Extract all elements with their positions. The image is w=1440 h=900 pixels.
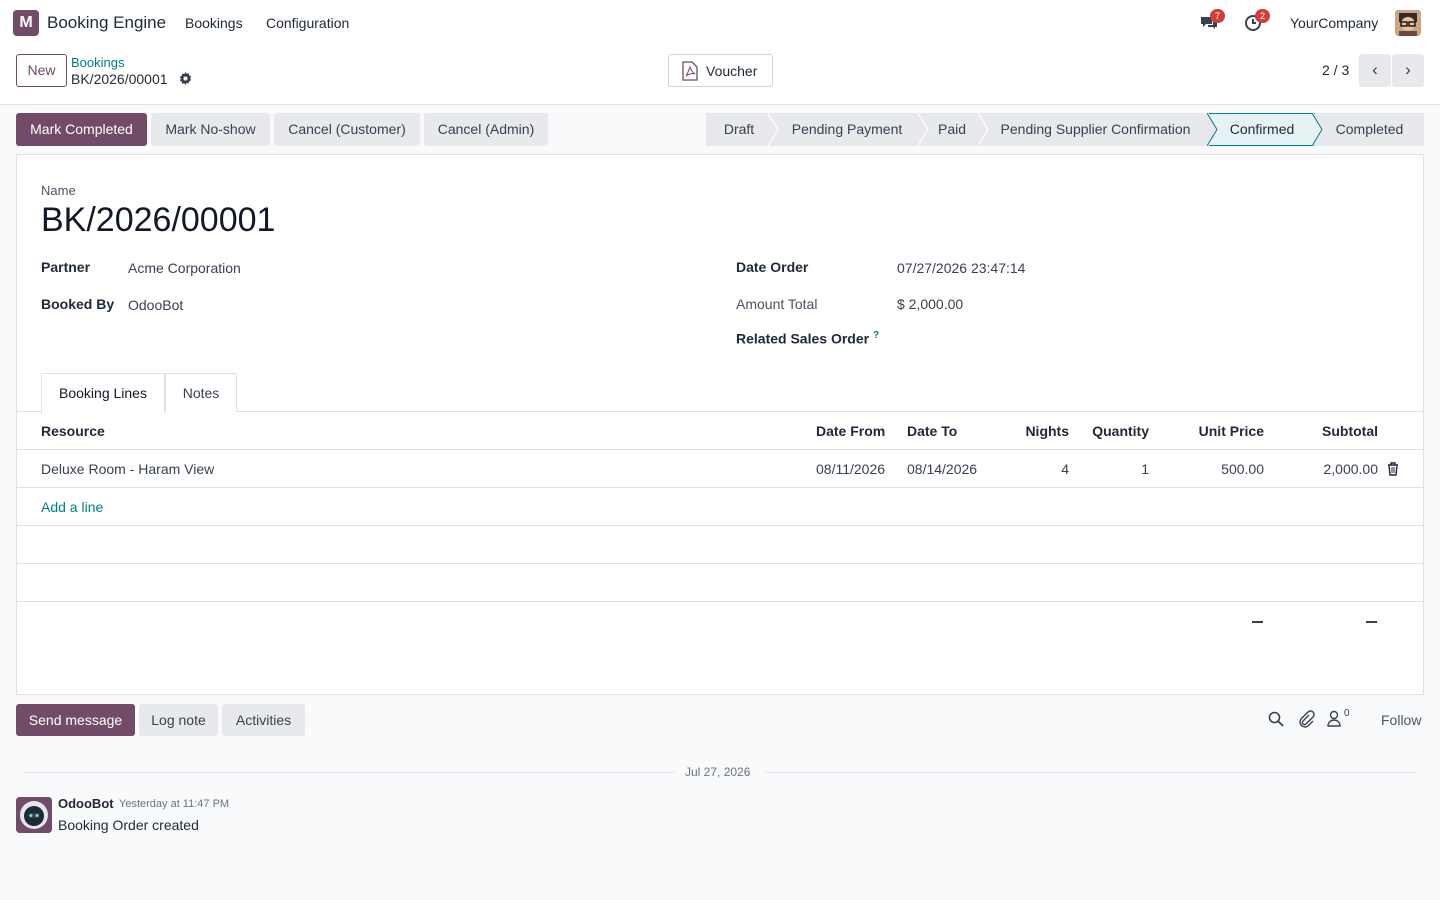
date-order-label: Date Order (736, 259, 809, 275)
messages-badge: 7 (1210, 9, 1225, 23)
user-icon (1327, 710, 1341, 727)
pager-previous-button[interactable]: ‹ (1359, 54, 1391, 87)
mark-completed-button[interactable]: Mark Completed (16, 113, 147, 146)
line-unit-price: 500.00 (1221, 461, 1264, 477)
control-panel: New Bookings BK/2026/00001 Voucher 2 / 3… (0, 46, 1440, 105)
mark-no-show-button[interactable]: Mark No-show (151, 113, 270, 146)
voucher-button[interactable]: Voucher (668, 54, 773, 87)
line-resource: Deluxe Room - Haram View (41, 461, 215, 477)
company-switcher[interactable]: YourCompany (1290, 15, 1378, 31)
tab-notes[interactable]: Notes (165, 373, 237, 412)
col-nights[interactable]: Nights (1007, 423, 1069, 439)
breadcrumb-parent[interactable]: Bookings (71, 55, 124, 70)
log-note-button[interactable]: Log note (139, 704, 218, 736)
nav-bookings[interactable]: Bookings (185, 15, 243, 31)
stage-pending-supplier-confirmation[interactable]: Pending Supplier Confirmation (982, 113, 1209, 146)
gear-icon[interactable] (179, 72, 192, 88)
table-row[interactable]: Deluxe Room - Haram View 08/11/2026 08/1… (17, 450, 1423, 488)
related-sales-order-field[interactable] (897, 330, 1197, 348)
follow-button[interactable]: Follow (1381, 712, 1421, 728)
amount-total-label: Amount Total (736, 296, 818, 312)
odoobot-avatar[interactable] (16, 797, 52, 833)
partner-field[interactable]: Acme Corporation (128, 260, 241, 276)
activities-button-chatter[interactable]: Activities (222, 704, 305, 736)
stage-completed[interactable]: Completed (1315, 113, 1424, 146)
line-nights: 4 (1061, 461, 1069, 477)
message-timestamp: Yesterday at 11:47 PM (119, 798, 230, 810)
empty-row (17, 564, 1423, 602)
stage-separator (1312, 113, 1324, 146)
paperclip-icon[interactable] (1297, 710, 1315, 728)
tab-booking-lines[interactable]: Booking Lines (41, 373, 165, 413)
notebook-tabs: Booking Lines Notes (17, 373, 1423, 413)
voucher-label: Voucher (706, 63, 758, 79)
date-divider (765, 772, 1416, 773)
pdf-file-icon (682, 61, 698, 81)
line-quantity: 1 (1141, 461, 1149, 477)
col-quantity[interactable]: Quantity (1079, 423, 1149, 439)
col-date-from[interactable]: Date From (816, 423, 885, 439)
stage-separator (768, 113, 779, 146)
stage-separator (918, 113, 929, 146)
stage-draft[interactable]: Draft (706, 113, 772, 146)
date-separator: Jul 27, 2026 (685, 765, 751, 779)
send-message-button[interactable]: Send message (16, 704, 135, 736)
app-logo[interactable]: M (13, 10, 39, 36)
followers-count: 0 (1344, 708, 1350, 719)
message-body: Booking Order created (58, 817, 199, 833)
table-header: Resource Date From Date To Nights Quanti… (17, 412, 1423, 450)
amount-total-field: $ 2,000.00 (897, 296, 964, 312)
activities-button[interactable]: 2 (1244, 9, 1270, 33)
booking-name-field[interactable]: BK/2026/00001 (41, 201, 275, 240)
col-unit-price[interactable]: Unit Price (1167, 423, 1264, 439)
messages-button[interactable]: 7 (1199, 9, 1225, 33)
pager-next-button[interactable]: › (1392, 54, 1424, 87)
status-bar: Draft Pending Payment Paid Pending Suppl… (706, 113, 1424, 146)
line-date-to: 08/14/2026 (907, 461, 978, 477)
booked-by-field[interactable]: OdooBot (128, 297, 183, 313)
new-button[interactable]: New (16, 54, 67, 87)
stage-separator (978, 113, 989, 146)
related-sales-order-label: Related Sales Order ? (736, 330, 880, 347)
cancel-admin-button[interactable]: Cancel (Admin) (424, 113, 548, 146)
line-date-from: 08/11/2026 (816, 461, 886, 477)
chevron-right-icon: › (1405, 60, 1411, 79)
add-line-row: Add a line (17, 488, 1423, 526)
stage-pending-payment[interactable]: Pending Payment (772, 113, 922, 146)
nav-configuration[interactable]: Configuration (266, 15, 349, 31)
col-resource[interactable]: Resource (41, 423, 105, 439)
user-avatar[interactable] (1395, 10, 1421, 36)
form-sheet: Name BK/2026/00001 Partner Acme Corporat… (16, 154, 1424, 695)
stage-separator (1207, 113, 1218, 146)
breadcrumb-current: BK/2026/00001 (71, 71, 168, 87)
message-author[interactable]: OdooBot (58, 796, 114, 811)
add-line-link[interactable]: Add a line (41, 499, 103, 515)
date-order-field[interactable]: 07/27/2026 23:47:14 (897, 260, 1025, 276)
line-subtotal: 2,000.00 (1323, 461, 1379, 477)
activities-badge: 2 (1255, 9, 1270, 23)
stage-confirmed[interactable]: Confirmed (1209, 113, 1315, 146)
cancel-customer-button[interactable]: Cancel (Customer) (274, 113, 420, 146)
search-icon[interactable] (1267, 710, 1285, 728)
trash-icon[interactable] (1387, 462, 1399, 476)
subtotal-total-dash (1366, 621, 1377, 623)
top-navbar: M Booking Engine Bookings Configuration … (0, 0, 1440, 46)
date-divider (24, 772, 675, 773)
stage-paid[interactable]: Paid (922, 113, 982, 146)
followers-button[interactable]: 0 (1326, 708, 1356, 729)
booked-by-label: Booked By (41, 296, 115, 312)
col-date-to[interactable]: Date To (907, 423, 957, 439)
unit-price-total-dash (1252, 621, 1263, 623)
app-name[interactable]: Booking Engine (47, 13, 166, 33)
partner-label: Partner (41, 259, 91, 275)
col-subtotal[interactable]: Subtotal (1287, 423, 1378, 439)
chevron-left-icon: ‹ (1372, 60, 1378, 79)
empty-row (17, 526, 1423, 564)
name-label: Name (41, 183, 76, 198)
help-tooltip-icon[interactable]: ? (873, 330, 879, 341)
pager-value[interactable]: 2 / 3 (1322, 62, 1349, 78)
